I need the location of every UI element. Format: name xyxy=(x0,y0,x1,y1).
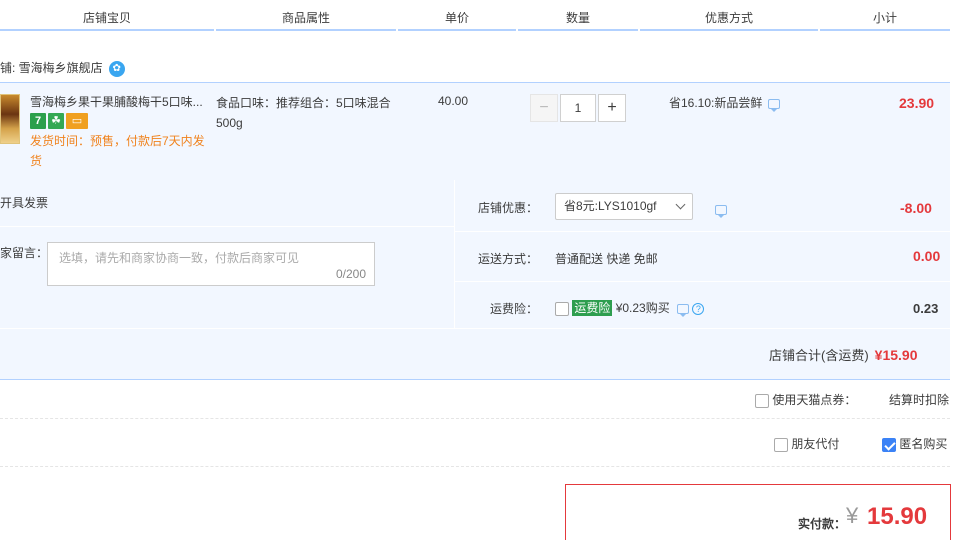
coupon-label: 使用天猫点券： xyxy=(772,393,857,407)
friend-pay-label: 朋友代付 xyxy=(791,437,840,451)
insurance-option: 运费险 ¥0.23购买 ? xyxy=(555,299,705,317)
coupon-checkbox[interactable] xyxy=(755,393,769,408)
shipping-label: 运送方式： xyxy=(477,252,538,266)
chevron-down-icon xyxy=(675,199,686,210)
unit-price: 40.00 xyxy=(438,94,469,108)
divider xyxy=(454,180,455,328)
payment-summary: 实付款： ¥ 15.90 xyxy=(565,484,951,540)
seller-message-input[interactable]: 选填，请先和商家协商一致，付款后商家可见 0/200 xyxy=(47,242,375,286)
shipping-amount: 0.00 xyxy=(913,248,941,264)
product-title[interactable]: 雪海梅乡果干果脯酸梅干5口味... xyxy=(30,93,210,110)
header-col-item: 店铺宝贝 xyxy=(0,0,214,32)
header-col-price: 单价 xyxy=(398,0,516,32)
chat-wangwang-icon[interactable]: ✿ xyxy=(108,60,125,77)
anonymous-option: 匿名购买 xyxy=(882,435,947,452)
pay-label: 实付款： xyxy=(798,517,847,531)
quantity-input[interactable]: 1 xyxy=(560,94,596,122)
comment-icon[interactable] xyxy=(768,98,781,112)
increase-button[interactable]: + xyxy=(598,94,626,122)
divider xyxy=(455,231,950,232)
invoice-label[interactable]: 开具发票 xyxy=(0,194,48,211)
comment-icon[interactable] xyxy=(715,204,727,218)
header-col-attr: 商品属性 xyxy=(216,0,396,32)
product-attributes: 食品口味：推荐组合：5口味混合500g xyxy=(216,96,391,130)
credit-card-icon: ▭ xyxy=(66,113,88,129)
divider xyxy=(0,418,950,419)
shop-row: 铺: 雪海梅乡旗舰店 ✿ xyxy=(0,58,125,78)
ship-time-note: 发货时间：预售，付款后7天内发货 xyxy=(30,134,205,168)
product-badges: 7 ☘ ▭ xyxy=(30,113,90,129)
promo-method: 省16.10:新品尝鲜 xyxy=(669,94,781,112)
shop-total-label: 店铺合计(含运费) xyxy=(769,348,869,363)
divider xyxy=(0,328,950,329)
insurance-amount: 0.23 xyxy=(913,301,939,316)
shipping-value: 普通配送 快递 免邮 xyxy=(555,252,658,266)
order-panel: 开具发票 家留言： 选填，请先和商家协商一致，付款后商家可见 0/200 店铺优… xyxy=(0,180,950,380)
decrease-button[interactable]: − xyxy=(530,94,558,122)
shop-discount-label: 店铺优惠： xyxy=(477,201,538,215)
shop-discount-select[interactable]: 省8元:LYS1010gf xyxy=(555,193,693,220)
header-col-subtotal: 小计 xyxy=(820,0,950,32)
shop-discount-value: 省8元:LYS1010gf xyxy=(564,199,657,213)
divider xyxy=(455,281,950,282)
message-char-count: 0/200 xyxy=(335,267,366,281)
coupon-option: 使用天猫点券： xyxy=(755,391,856,408)
cart-item: 雪海梅乡果干果脯酸梅干5口味... 7 ☘ ▭ 发货时间：预售，付款后7天内发货 食… xyxy=(0,82,950,180)
header-col-promo: 优惠方式 xyxy=(640,0,818,32)
insurance-tag: 运费险 xyxy=(572,300,613,316)
product-thumbnail[interactable] xyxy=(0,94,20,144)
seven-day-return-icon: 7 xyxy=(30,113,46,129)
shop-name[interactable]: 铺: 雪海梅乡旗舰店 xyxy=(0,61,103,75)
anonymous-checkbox[interactable] xyxy=(882,437,896,452)
shop-discount-amount: -8.00 xyxy=(900,200,932,216)
header-col-qty: 数量 xyxy=(518,0,638,32)
message-label: 家留言： xyxy=(0,246,49,260)
friend-pay-checkbox[interactable] xyxy=(774,437,788,452)
friend-pay-option: 朋友代付 xyxy=(774,435,839,452)
comment-icon[interactable] xyxy=(677,303,690,317)
shop-total: 店铺合计(含运费) ¥15.90 xyxy=(769,345,918,364)
item-subtotal: 23.90 xyxy=(899,95,935,111)
divider xyxy=(0,226,454,227)
shop-total-amount: ¥15.90 xyxy=(874,347,918,363)
help-icon[interactable]: ? xyxy=(692,302,705,315)
guarantee-icon: ☘ xyxy=(48,113,64,129)
coupon-note: 结算时扣除 xyxy=(889,393,950,407)
divider xyxy=(0,466,950,467)
table-header: 店铺宝贝 商品属性 单价 数量 优惠方式 小计 xyxy=(0,0,957,32)
pay-amount: 15.90 xyxy=(867,503,928,530)
insurance-price: ¥0.23购买 xyxy=(615,301,670,315)
promo-text: 省16.10:新品尝鲜 xyxy=(669,96,763,110)
pay-currency: ¥ xyxy=(846,503,859,528)
insurance-label: 运费险： xyxy=(489,302,538,316)
insurance-checkbox[interactable] xyxy=(555,301,569,316)
message-placeholder: 选填，请先和商家协商一致，付款后商家可见 xyxy=(59,251,300,265)
anonymous-label: 匿名购买 xyxy=(899,437,948,451)
